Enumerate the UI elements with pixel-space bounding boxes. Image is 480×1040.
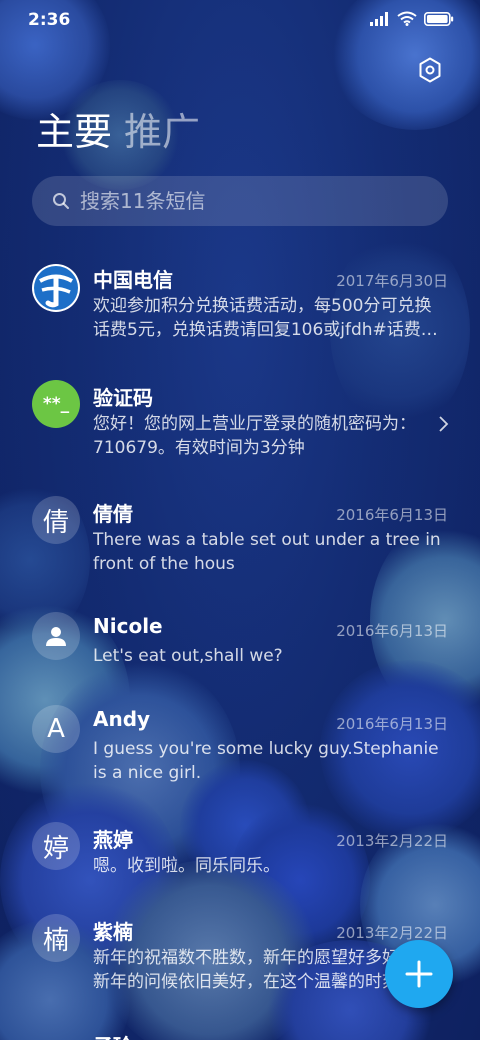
- gear-icon: [419, 57, 441, 83]
- conversation-name: 中国电信: [93, 268, 173, 292]
- conversation-date: 2016年6月13日: [336, 622, 448, 640]
- wifi-icon: [397, 11, 417, 26]
- plus-icon: [405, 960, 433, 988]
- conversation-item[interactable]: **_ 验证码 您好！您的网上营业厅登录的随机密码为：710679。有效时间为3…: [0, 380, 480, 470]
- contact-avatar: A: [32, 705, 80, 753]
- contact-avatar: 婷: [32, 822, 80, 870]
- tab-main[interactable]: 主要: [36, 108, 112, 156]
- conversation-date: 2013年2月22日: [336, 924, 448, 942]
- china-telecom-logo: [32, 264, 80, 312]
- conversation-item[interactable]: 子玲: [0, 1028, 480, 1040]
- conversation-item[interactable]: 中国电信 2017年6月30日 欢迎参加积分兑换话费活动，每500分可兑换话费5…: [0, 262, 480, 358]
- contact-avatar: 楠: [32, 914, 80, 962]
- tab-promotions[interactable]: 推广: [124, 108, 200, 156]
- status-time: 2:36: [28, 10, 71, 30]
- chevron-right-icon[interactable]: [436, 414, 450, 434]
- conversation-preview: 嗯。收到啦。同乐同乐。: [93, 856, 280, 876]
- category-tabs: 主要 推广: [36, 108, 200, 156]
- new-message-button[interactable]: [385, 940, 453, 1008]
- conversation-item[interactable]: Nicole 2016年6月13日 Let's eat out,shall we…: [0, 612, 480, 682]
- conversation-name: Andy: [93, 707, 151, 731]
- conversation-name: 燕婷: [93, 828, 133, 852]
- signal-icon: [370, 11, 388, 26]
- conversation-date: 2013年2月22日: [336, 832, 448, 850]
- conversation-name: 紫楠: [93, 920, 133, 944]
- conversation-name: 子玲: [93, 1030, 133, 1040]
- conversation-date: 2016年6月13日: [336, 506, 448, 524]
- settings-button[interactable]: [414, 54, 446, 86]
- conversation-preview: 欢迎参加积分兑换话费活动，每500分可兑换话费5元，兑换话费请回复106或jfd…: [93, 296, 438, 340]
- status-bar: 2:36: [0, 0, 480, 40]
- search-bar[interactable]: [32, 176, 448, 226]
- conversation-preview: Let's eat out,shall we?: [93, 646, 283, 666]
- conversation-name: 验证码: [93, 386, 153, 410]
- conversation-name: 倩倩: [93, 502, 133, 526]
- battery-icon: [424, 11, 454, 26]
- conversation-item[interactable]: 婷 燕婷 2013年2月22日 嗯。收到啦。同乐同乐。: [0, 822, 480, 892]
- conversation-preview: 您好！您的网上营业厅登录的随机密码为：710679。有效时间为3分钟: [93, 414, 416, 458]
- verification-code-avatar: **_: [32, 380, 80, 428]
- conversation-item[interactable]: A Andy 2016年6月13日 I guess you're some lu…: [0, 705, 480, 795]
- person-icon: [32, 612, 80, 660]
- conversation-date: 2017年6月30日: [336, 272, 448, 290]
- conversation-item[interactable]: 倩 倩倩 2016年6月13日 There was a table set ou…: [0, 496, 480, 586]
- conversation-name: Nicole: [93, 614, 163, 638]
- conversation-preview: There was a table set out under a tree i…: [93, 530, 441, 574]
- conversation-date: 2016年6月13日: [336, 715, 448, 733]
- search-input[interactable]: [78, 188, 448, 214]
- search-icon: [50, 190, 72, 212]
- conversation-preview: I guess you're some lucky guy.Stephanie …: [93, 739, 439, 783]
- contact-avatar: 倩: [32, 496, 80, 544]
